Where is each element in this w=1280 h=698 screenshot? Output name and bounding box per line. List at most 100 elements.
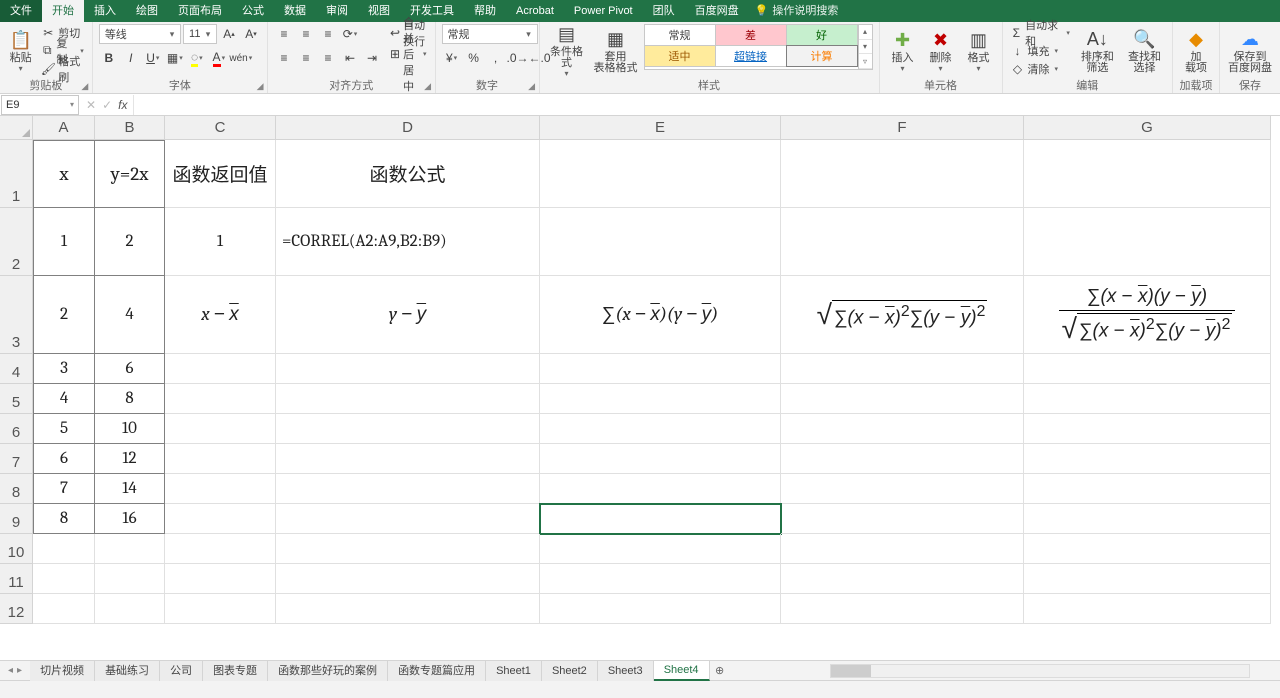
cell-G12[interactable] [1024, 594, 1271, 624]
align-right-button[interactable]: ≡ [318, 48, 338, 68]
tab-powerpivot[interactable]: Power Pivot [564, 0, 643, 22]
tab-home[interactable]: 开始 [42, 0, 84, 22]
tab-team[interactable]: 团队 [643, 0, 685, 22]
cell-D3[interactable]: y − y [276, 276, 540, 354]
cell-F9[interactable] [781, 504, 1024, 534]
tab-file[interactable]: 文件 [0, 0, 42, 22]
select-all-button[interactable] [0, 116, 33, 140]
font-dialog-launcher[interactable]: ◢ [255, 81, 265, 91]
style-good[interactable]: 好 [786, 24, 858, 46]
cell-E1[interactable] [540, 140, 781, 208]
paste-button[interactable]: 📋 粘贴 ▾ [6, 24, 35, 78]
sheet-tab-函数那些好玩的案例[interactable]: 函数那些好玩的案例 [268, 661, 388, 681]
cell-C11[interactable] [165, 564, 276, 594]
conditional-formatting-button[interactable]: ▤条件格式▾ [546, 24, 588, 78]
tab-layout[interactable]: 页面布局 [168, 0, 232, 22]
align-bottom-button[interactable]: ≡ [318, 24, 338, 44]
cell-G8[interactable] [1024, 474, 1271, 504]
format-as-table-button[interactable]: ▦套用 表格格式 [592, 24, 640, 78]
phonetic-button[interactable]: wén [231, 48, 251, 68]
row-header-5[interactable]: 5 [0, 384, 33, 414]
cell-A9[interactable]: 8 [33, 504, 95, 534]
alignment-dialog-launcher[interactable]: ◢ [423, 81, 433, 91]
cell-G9[interactable] [1024, 504, 1271, 534]
cell-G2[interactable] [1024, 208, 1271, 276]
row-header-12[interactable]: 12 [0, 594, 33, 624]
fx-icon[interactable]: fx [118, 98, 127, 112]
cell-A6[interactable]: 5 [33, 414, 95, 444]
col-header-G[interactable]: G [1024, 116, 1271, 140]
style-bad[interactable]: 差 [715, 24, 787, 46]
cell-C4[interactable] [165, 354, 276, 384]
tab-scroll-left[interactable]: ◂ [8, 665, 13, 676]
col-header-B[interactable]: B [95, 116, 165, 140]
indent-dec-button[interactable]: ⇤ [340, 48, 360, 68]
row-header-9[interactable]: 9 [0, 504, 33, 534]
name-box[interactable]: E9▾ [1, 95, 79, 115]
font-name-combo[interactable]: 等线▾ [99, 24, 181, 44]
inc-decimal-button[interactable]: .0→ [508, 48, 528, 68]
tab-formulas[interactable]: 公式 [232, 0, 274, 22]
cell-B1[interactable]: y=2x [95, 140, 165, 208]
cell-C1[interactable]: 函数返回值 [165, 140, 276, 208]
sheet-tab-基础练习[interactable]: 基础练习 [95, 661, 160, 681]
row-header-4[interactable]: 4 [0, 354, 33, 384]
cell-D1[interactable]: 函数公式 [276, 140, 540, 208]
cell-A7[interactable]: 6 [33, 444, 95, 474]
gallery-up[interactable]: ▴ [859, 25, 872, 40]
borders-button[interactable]: ▦ [165, 48, 185, 68]
style-suitable[interactable]: 适中 [644, 45, 716, 67]
fill-button[interactable]: ↓填充▾ [1009, 42, 1072, 59]
align-middle-button[interactable]: ≡ [296, 24, 316, 44]
number-dialog-launcher[interactable]: ◢ [527, 81, 537, 91]
align-center-button[interactable]: ≡ [296, 48, 316, 68]
cell-D11[interactable] [276, 564, 540, 594]
cell-F12[interactable] [781, 594, 1024, 624]
col-header-C[interactable]: C [165, 116, 276, 140]
cell-F10[interactable] [781, 534, 1024, 564]
cell-B6[interactable]: 10 [95, 414, 165, 444]
italic-button[interactable]: I [121, 48, 141, 68]
cell-D8[interactable] [276, 474, 540, 504]
cell-E11[interactable] [540, 564, 781, 594]
cell-D2[interactable]: =CORREL(A2:A9,B2:B9) [276, 208, 540, 276]
cell-B12[interactable] [95, 594, 165, 624]
cell-A1[interactable]: x [33, 140, 95, 208]
cell-E7[interactable] [540, 444, 781, 474]
align-top-button[interactable]: ≡ [274, 24, 294, 44]
row-header-7[interactable]: 7 [0, 444, 33, 474]
indent-inc-button[interactable]: ⇥ [362, 48, 382, 68]
cell-D10[interactable] [276, 534, 540, 564]
font-color-button[interactable]: A [209, 48, 229, 68]
cell-A8[interactable]: 7 [33, 474, 95, 504]
autosum-button[interactable]: Σ自动求和▾ [1009, 24, 1072, 41]
cell-B5[interactable]: 8 [95, 384, 165, 414]
cell-G4[interactable] [1024, 354, 1271, 384]
find-select-button[interactable]: 🔍查找和选择 [1123, 24, 1166, 78]
sheet-tab-Sheet1[interactable]: Sheet1 [486, 661, 542, 681]
cell-B2[interactable]: 2 [95, 208, 165, 276]
cell-C12[interactable] [165, 594, 276, 624]
cell-C6[interactable] [165, 414, 276, 444]
cell-G11[interactable] [1024, 564, 1271, 594]
cell-E10[interactable] [540, 534, 781, 564]
cell-D7[interactable] [276, 444, 540, 474]
cell-F2[interactable] [781, 208, 1024, 276]
col-header-A[interactable]: A [33, 116, 95, 140]
merge-center-button[interactable]: ⊞合并后居中▾ [388, 45, 429, 62]
cell-A5[interactable]: 4 [33, 384, 95, 414]
tab-data[interactable]: 数据 [274, 0, 316, 22]
cell-D6[interactable] [276, 414, 540, 444]
clear-button[interactable]: ◇清除▾ [1009, 60, 1072, 77]
cell-F7[interactable] [781, 444, 1024, 474]
cell-E6[interactable] [540, 414, 781, 444]
tab-draw[interactable]: 绘图 [126, 0, 168, 22]
cell-A11[interactable] [33, 564, 95, 594]
tab-insert[interactable]: 插入 [84, 0, 126, 22]
cell-D4[interactable] [276, 354, 540, 384]
insert-cells-button[interactable]: ✚插入▾ [886, 24, 920, 78]
number-format-combo[interactable]: 常规▾ [442, 24, 538, 44]
cell-F5[interactable] [781, 384, 1024, 414]
cell-E5[interactable] [540, 384, 781, 414]
clipboard-dialog-launcher[interactable]: ◢ [80, 81, 90, 91]
